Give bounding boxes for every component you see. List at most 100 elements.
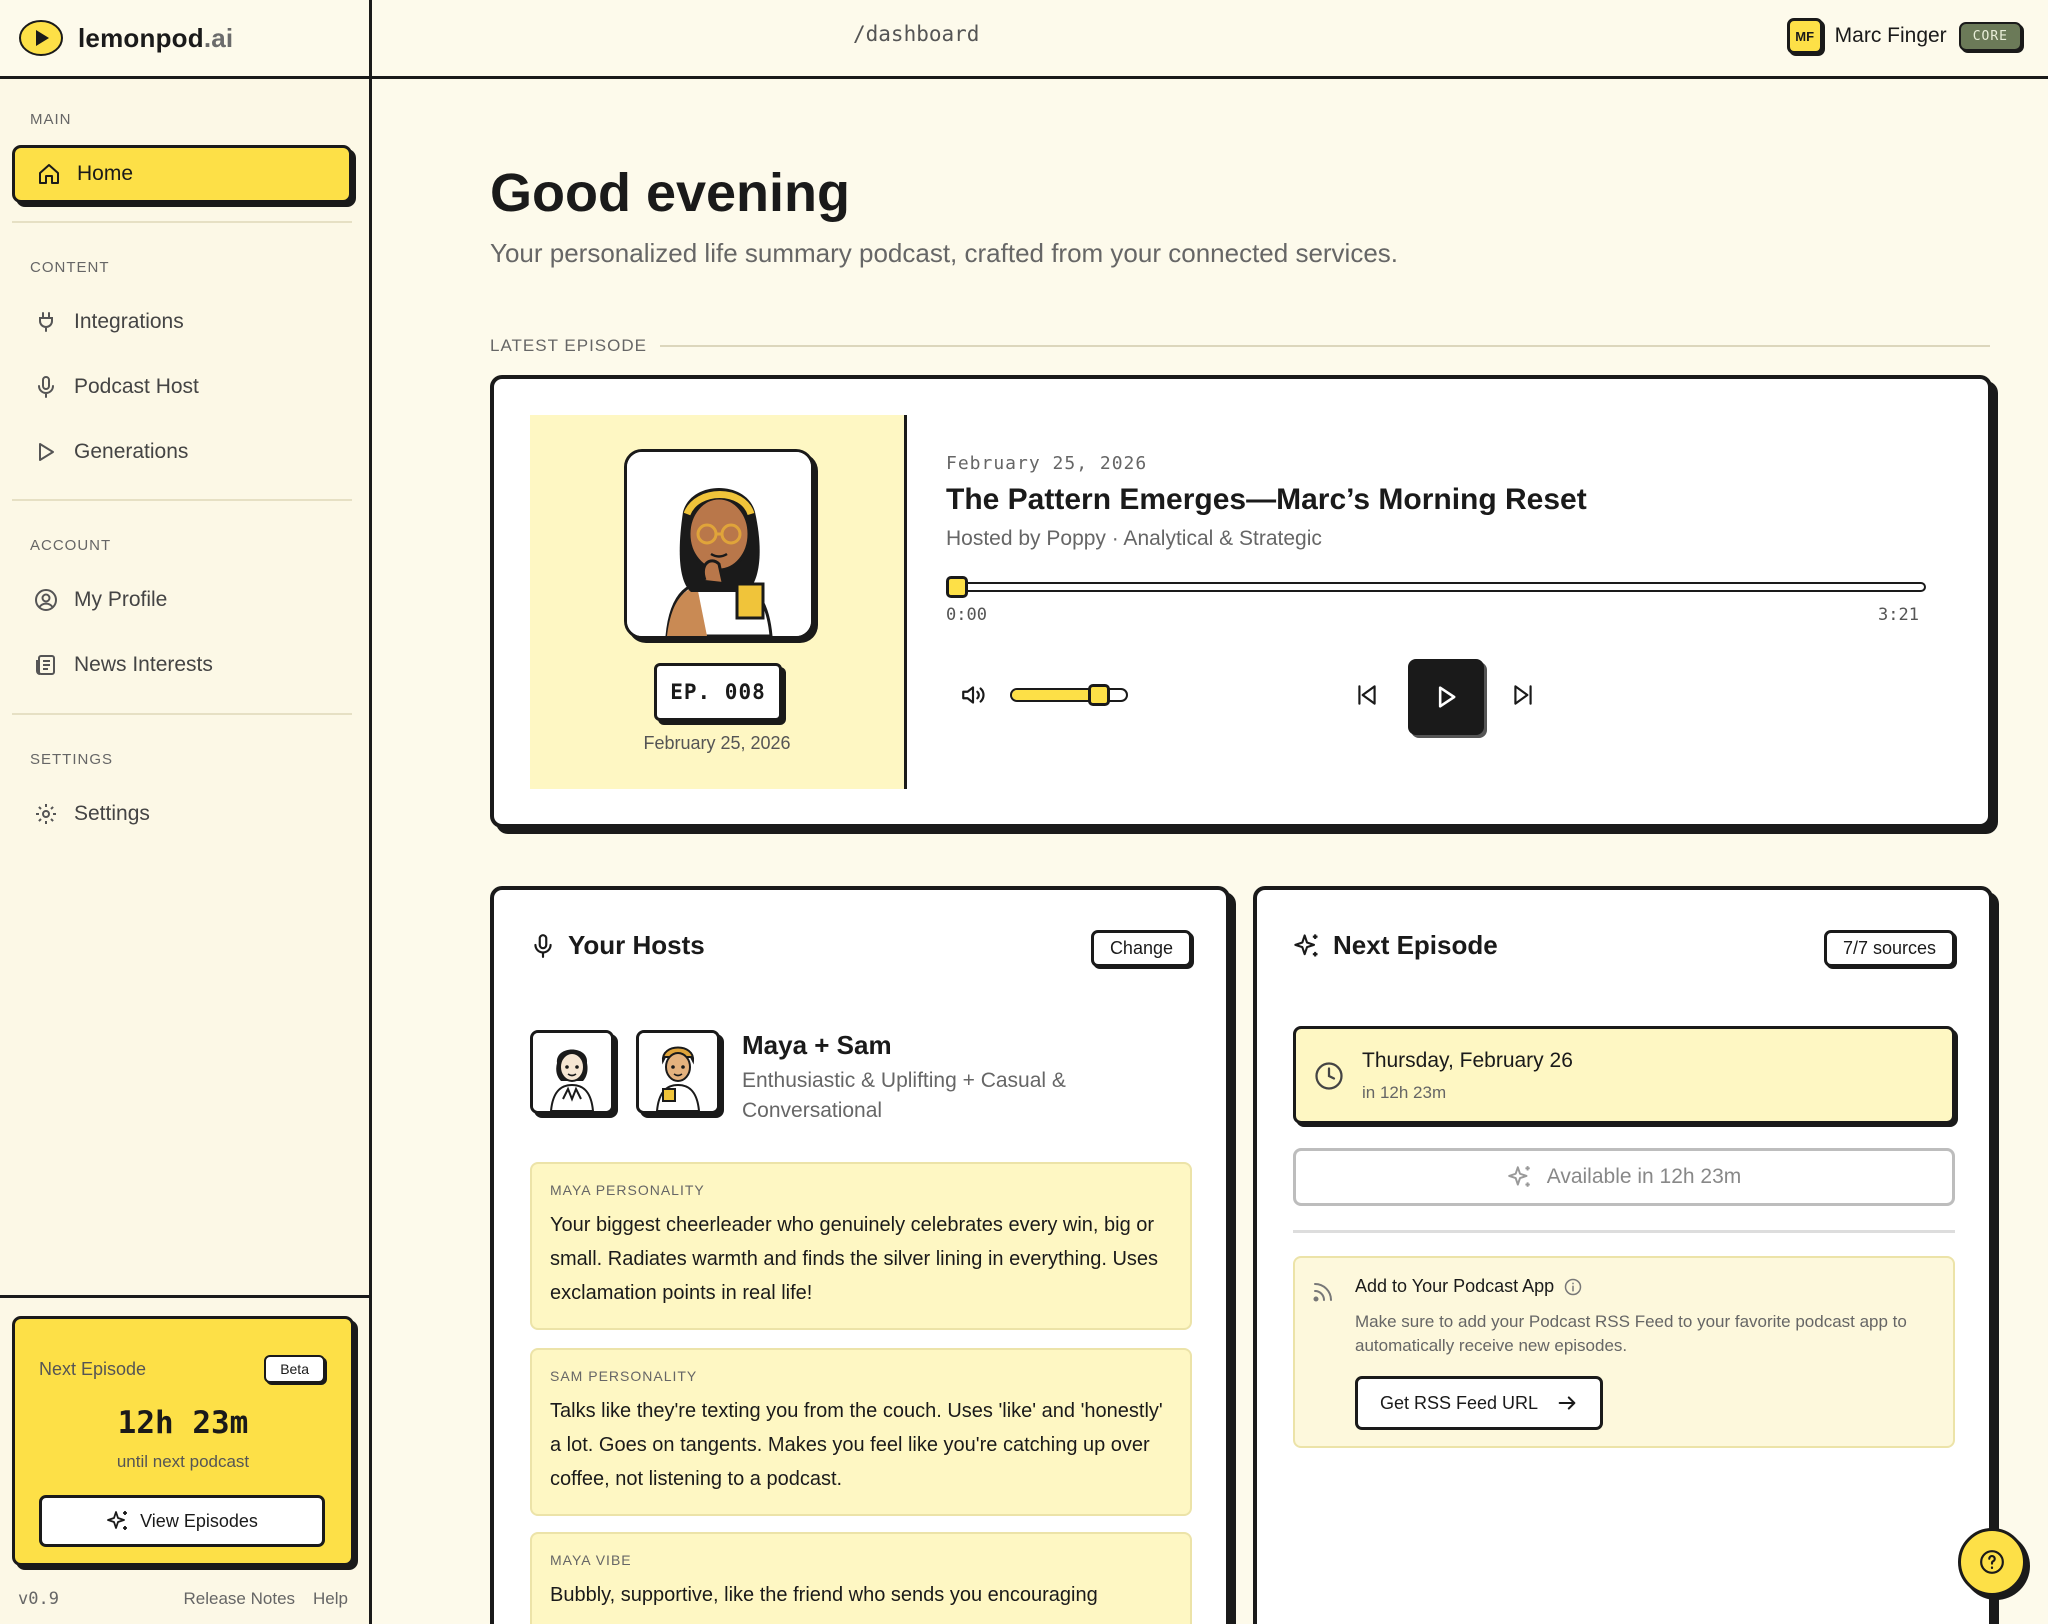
rss-info-box: Add to Your Podcast App Make sure to add… xyxy=(1293,1256,1955,1448)
volume-fill xyxy=(1012,690,1098,700)
brand-name: lemonpod.ai xyxy=(78,22,234,53)
help-button[interactable] xyxy=(1958,1528,2026,1596)
host-names: Maya + Sam xyxy=(742,1030,892,1060)
play-icon xyxy=(1438,686,1456,708)
user-circle-icon xyxy=(34,588,58,612)
lemon-logo-icon xyxy=(18,18,64,58)
release-notes-link[interactable]: Release Notes xyxy=(184,1589,296,1609)
generate-button-disabled[interactable]: Available in 12h 23m xyxy=(1293,1148,1955,1206)
persona-text: Bubbly, supportive, like the friend who … xyxy=(550,1584,1098,1606)
skip-forward-button[interactable] xyxy=(1510,682,1536,708)
user-name[interactable]: Marc Finger xyxy=(1835,24,1947,48)
latest-episode-label: LATEST EPISODE xyxy=(490,336,647,355)
play-button[interactable] xyxy=(1408,659,1484,735)
sparkles-icon xyxy=(106,1509,130,1533)
next-episode-panel: Next Episode 7/7 sources Thursday, Febru… xyxy=(1253,886,1993,1624)
section-label-account: ACCOUNT xyxy=(30,537,112,554)
volume-handle[interactable] xyxy=(1087,684,1110,706)
sidebar: MAIN Home CONTENT Integrations Podcast H… xyxy=(0,79,372,1624)
persona-text: Your biggest cheerleader who genuinely c… xyxy=(550,1214,1159,1304)
time-total: 3:21 xyxy=(1878,605,1919,625)
sidebar-item-label: Generations xyxy=(74,440,189,463)
sidebar-item-label: My Profile xyxy=(74,588,168,611)
your-hosts-card: Your Hosts Change Maya + Sam Enthusiasti… xyxy=(490,886,1230,1624)
section-label-main: MAIN xyxy=(30,111,72,128)
persona-text: Talks like they're texting you from the … xyxy=(550,1400,1163,1490)
card-title: Your Hosts xyxy=(568,930,705,960)
sidebar-item-generations[interactable]: Generations xyxy=(12,423,352,481)
sidebar-item-my-profile[interactable]: My Profile xyxy=(12,571,352,629)
skip-back-button[interactable] xyxy=(1354,682,1380,708)
version: v0.9 xyxy=(18,1589,59,1609)
sidebar-item-podcast-host[interactable]: Podcast Host xyxy=(12,358,352,416)
episode-cover: EP. 008 February 25, 2026 xyxy=(530,415,907,789)
user-menu[interactable]: MF Marc Finger CORE xyxy=(1786,18,2022,54)
progress-handle[interactable] xyxy=(946,576,968,598)
rss-description: Make sure to add your Podcast RSS Feed t… xyxy=(1355,1312,1907,1355)
divider xyxy=(12,221,352,223)
newspaper-icon xyxy=(34,653,58,677)
countdown: 12h 23m xyxy=(117,1405,249,1441)
episode-date: February 25, 2026 xyxy=(946,453,1148,474)
get-rss-feed-button[interactable]: Get RSS Feed URL xyxy=(1355,1376,1603,1430)
info-icon[interactable] xyxy=(1564,1278,1582,1296)
sidebar-item-label: Home xyxy=(77,162,134,185)
progress-track[interactable] xyxy=(946,582,1926,592)
sidebar-item-settings[interactable]: Settings xyxy=(12,785,352,843)
volume-slider[interactable] xyxy=(1010,688,1128,702)
plan-badge: CORE xyxy=(1958,21,2022,51)
help-link[interactable]: Help xyxy=(313,1589,348,1609)
episode-host: Hosted by Poppy · Analytical & Strategic xyxy=(946,527,1322,550)
countdown-caption: until next podcast xyxy=(116,1452,250,1471)
sidebar-footer: v0.9 Release Notes Help xyxy=(18,1589,348,1609)
episode-number-badge: EP. 008 xyxy=(654,663,782,721)
persona-label: SAM PERSONALITY xyxy=(550,1368,698,1384)
help-icon xyxy=(1980,1550,2004,1574)
page-subtitle: Your personalized life summary podcast, … xyxy=(490,238,1399,268)
top-bar: lemonpod.ai /dashboard MF Marc Finger CO… xyxy=(0,0,2048,79)
avatar[interactable]: MF xyxy=(1786,18,1823,54)
persona-label: MAYA VIBE xyxy=(550,1552,632,1568)
change-hosts-button[interactable]: Change xyxy=(1090,930,1192,967)
sidebar-item-home[interactable]: Home xyxy=(12,145,352,203)
microphone-icon xyxy=(530,933,556,959)
rss-title-row: Add to Your Podcast App xyxy=(1355,1276,1582,1297)
home-icon xyxy=(37,162,61,186)
persona-block: MAYA PERSONALITY Your biggest cheerleade… xyxy=(530,1162,1192,1330)
section-label-settings: SETTINGS xyxy=(30,751,114,768)
next-episode-card: Next Episode Beta 12h 23m until next pod… xyxy=(12,1316,354,1566)
host-avatar-sam xyxy=(636,1030,720,1114)
sidebar-item-integrations[interactable]: Integrations xyxy=(12,293,352,351)
beta-badge: Beta xyxy=(264,1355,325,1383)
rss-icon xyxy=(1311,1280,1335,1304)
next-schedule: Thursday, February 26 in 12h 23m xyxy=(1293,1026,1955,1124)
volume-icon[interactable] xyxy=(960,682,986,708)
persona-block: SAM PERSONALITY Talks like they're texti… xyxy=(530,1348,1192,1516)
arrow-right-icon xyxy=(1556,1392,1578,1414)
divider xyxy=(0,1295,369,1298)
brand[interactable]: lemonpod.ai xyxy=(0,0,372,76)
sidebar-item-label: Podcast Host xyxy=(74,375,199,398)
route-path: /dashboard xyxy=(853,22,980,46)
skip-back-icon xyxy=(1358,685,1376,705)
rss-button-label: Get RSS Feed URL xyxy=(1379,1392,1539,1413)
cover-date: February 25, 2026 xyxy=(643,733,791,753)
rss-title: Add to Your Podcast App xyxy=(1355,1276,1555,1296)
sparkles-icon xyxy=(1507,1164,1533,1190)
microphone-icon xyxy=(34,375,58,399)
plug-icon xyxy=(34,310,58,334)
view-episodes-button[interactable]: View Episodes xyxy=(39,1495,325,1547)
card-header: Next Episode xyxy=(1293,930,1498,961)
latest-episode-player: EP. 008 February 25, 2026 February 25, 2… xyxy=(490,375,1992,828)
sidebar-item-label: Integrations xyxy=(74,310,184,333)
divider xyxy=(1293,1230,1955,1233)
card-header: Your Hosts xyxy=(530,930,705,961)
sidebar-item-news-interests[interactable]: News Interests xyxy=(12,636,352,694)
card-title: Next Episode xyxy=(1333,930,1498,960)
host-avatar-maya xyxy=(530,1030,614,1114)
page-title: Good evening xyxy=(490,163,851,223)
host-illustration xyxy=(624,449,814,639)
divider xyxy=(12,499,352,501)
skip-forward-icon xyxy=(1514,685,1532,705)
sources-badge[interactable]: 7/7 sources xyxy=(1823,930,1955,967)
